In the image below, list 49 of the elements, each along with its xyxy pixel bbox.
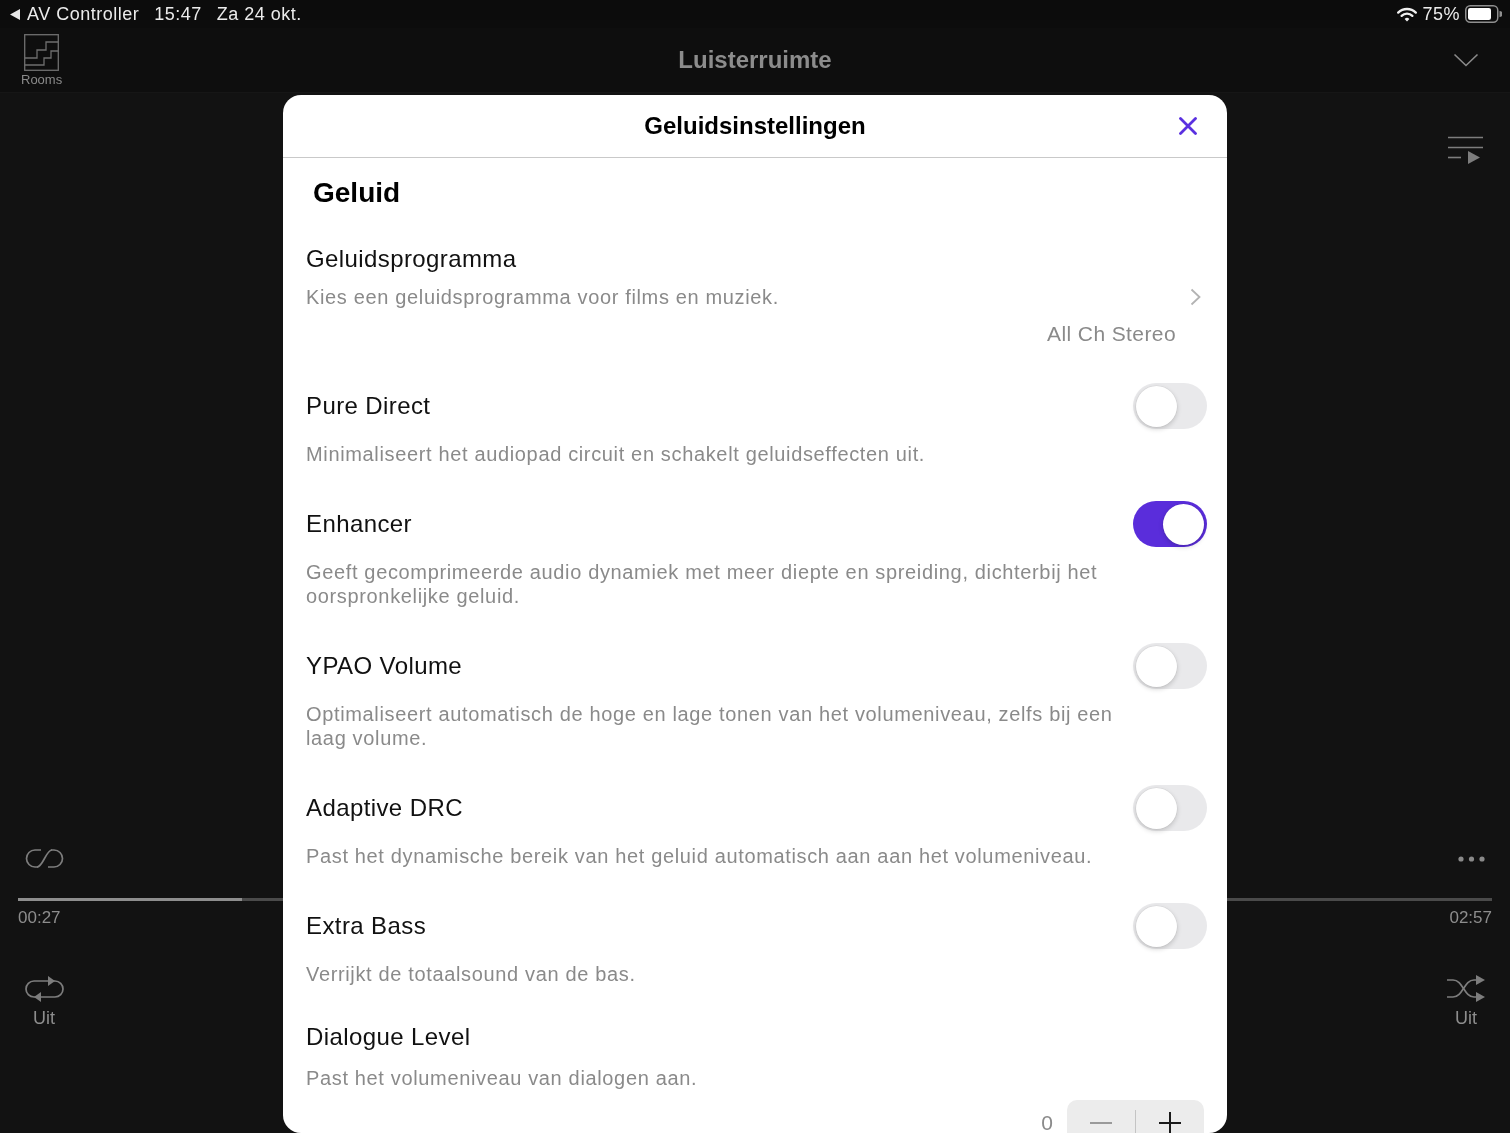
- setting-description: Kies een geluidsprogramma voor films en muziek.: [306, 285, 779, 309]
- back-triangle-icon: [10, 8, 20, 20]
- setting-value: All Ch Stereo: [1047, 322, 1176, 346]
- setting-label: Pure Direct: [306, 392, 431, 420]
- status-time: 15:47: [154, 3, 202, 25]
- status-date: Za 24 okt.: [216, 3, 302, 25]
- setting-description: Past het volumeniveau van dialogen aan.: [306, 1066, 698, 1090]
- repeat-button[interactable]: Uit: [18, 975, 70, 1028]
- toggle-switch[interactable]: [1133, 501, 1207, 547]
- setting-label: Extra Bass: [306, 912, 427, 940]
- increase-button[interactable]: [1136, 1100, 1204, 1133]
- collapse-button[interactable]: [1453, 53, 1479, 67]
- plus-icon: [1159, 1112, 1181, 1133]
- toggle-switch[interactable]: [1133, 903, 1207, 949]
- room-title: Luisterruimte: [678, 46, 832, 74]
- setting-label: Enhancer: [306, 510, 412, 538]
- setting-label: Dialogue Level: [306, 1023, 471, 1051]
- setting-label: Adaptive DRC: [306, 794, 463, 822]
- setting-description: Past het dynamische bereik van het geluid automatisch aan aan het volumeniveau.: [306, 844, 1093, 868]
- toggle-switch[interactable]: [1133, 383, 1207, 429]
- close-button[interactable]: [1179, 117, 1197, 135]
- setting-description: Verrijkt de totaalsound van de bas.: [306, 962, 636, 986]
- chevron-down-icon: [1453, 53, 1479, 67]
- stepper-value: 0: [1041, 1111, 1053, 1133]
- rooms-button[interactable]: Rooms: [21, 33, 63, 87]
- stairs-icon: [24, 33, 60, 71]
- setting-label: YPAO Volume: [306, 652, 463, 680]
- back-app-label[interactable]: AV Controller: [27, 3, 140, 25]
- toggle-switch[interactable]: [1133, 785, 1207, 831]
- setting-description: Minimaliseert het audiopad circuit en schakelt geluidseffecten uit.: [306, 442, 926, 466]
- wifi-icon: [1397, 6, 1418, 22]
- close-icon: [1179, 117, 1197, 135]
- toggle-switch[interactable]: [1133, 643, 1207, 689]
- battery-icon: [1465, 5, 1502, 23]
- setting-description: Geeft gecomprimeerde audio dynamiek met meer diepte en spreiding, dichterbij het oorspronkelijke geluid.: [306, 560, 1099, 608]
- setting-label: Geluidsprogramma: [306, 245, 517, 273]
- shuffle-button[interactable]: Uit: [1440, 975, 1492, 1028]
- more-icon[interactable]: [1458, 855, 1485, 862]
- section-heading: Geluid: [313, 176, 401, 210]
- elapsed-time: 00:27: [18, 908, 61, 928]
- setting-description: Optimaliseert automatisch de hoge en lage tonen van het volumeniveau, zelfs bij een laag volume.: [306, 702, 1114, 750]
- link-icon[interactable]: [25, 848, 64, 869]
- repeat-icon: [24, 975, 64, 1003]
- dialog-title: Geluidsinstellingen: [644, 112, 866, 140]
- playlist-icon[interactable]: [1448, 136, 1483, 164]
- total-time: 02:57: [1449, 908, 1492, 928]
- minus-icon: [1090, 1122, 1112, 1124]
- battery-percentage: 75%: [1422, 3, 1460, 25]
- shuffle-icon: [1447, 975, 1485, 1003]
